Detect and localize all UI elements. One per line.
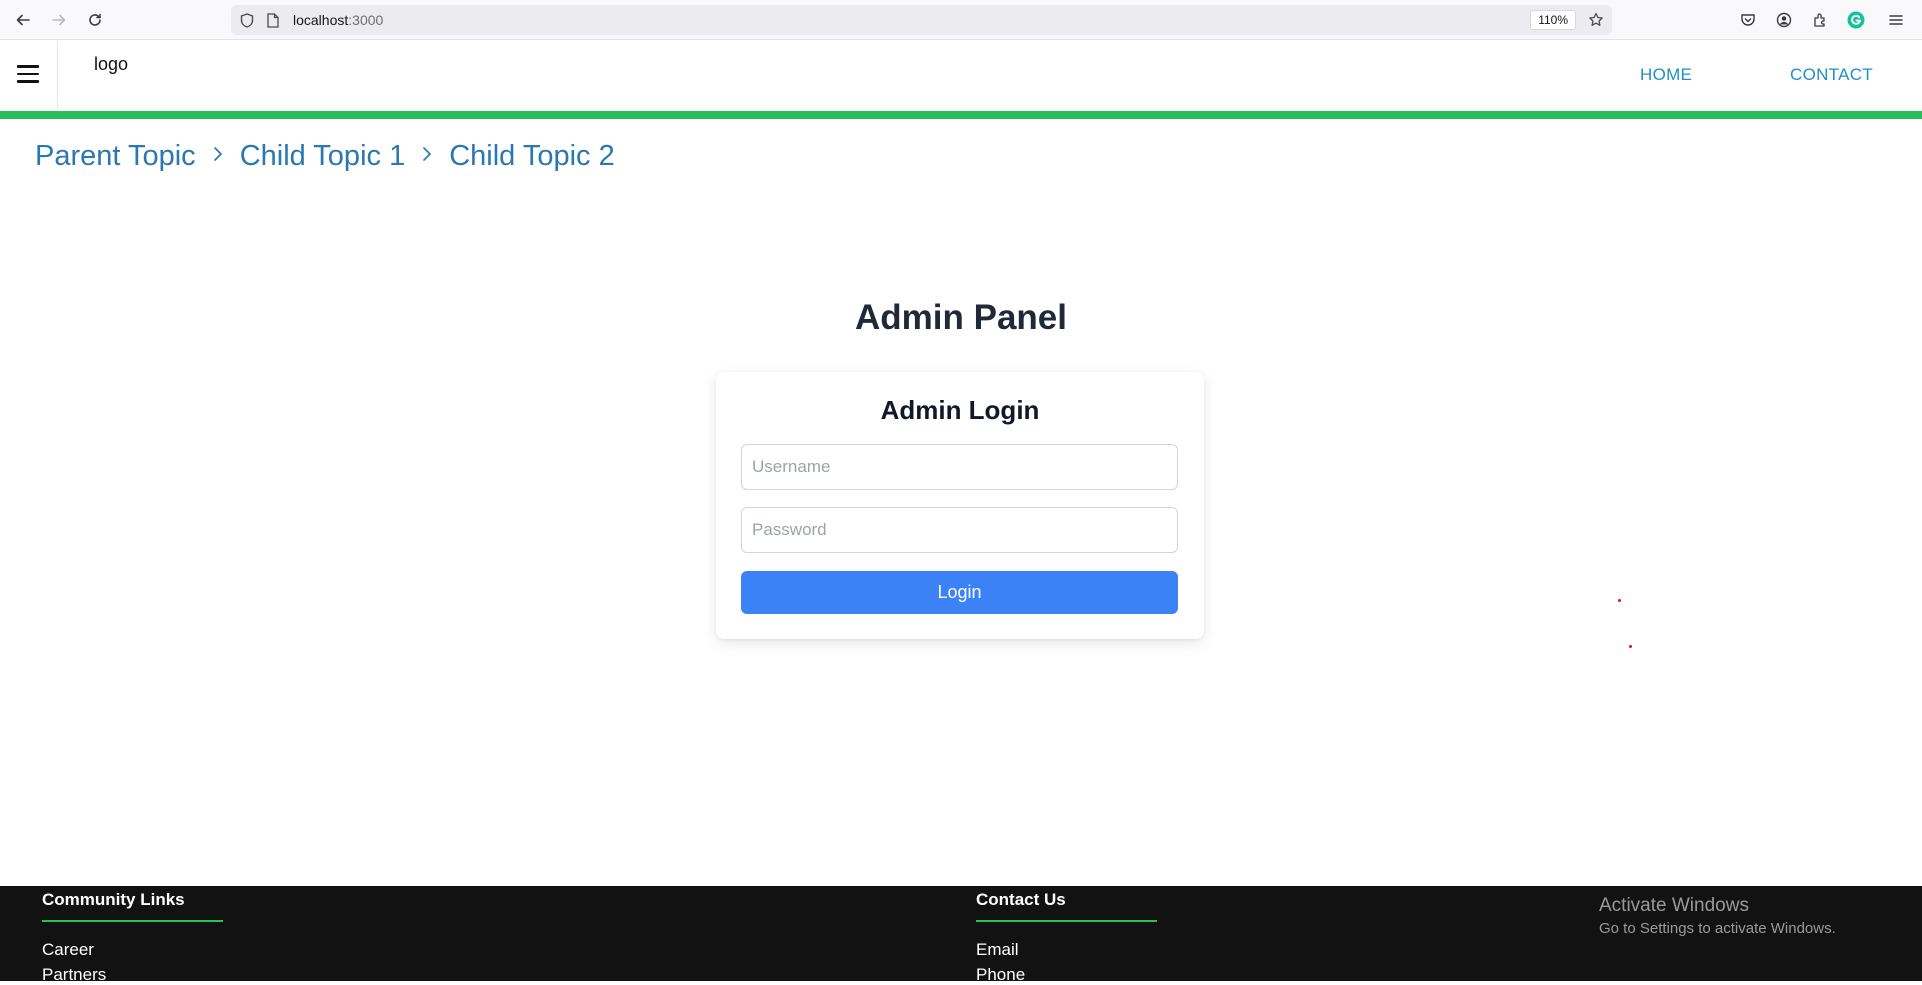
page-title: Admin Panel xyxy=(855,298,1067,337)
shield-icon[interactable] xyxy=(239,12,255,28)
logo[interactable]: logo xyxy=(94,54,128,75)
footer-heading-underline xyxy=(42,920,223,922)
nav-home-link[interactable]: HOME xyxy=(1640,65,1692,85)
reload-button[interactable] xyxy=(82,8,108,32)
chevron-right-icon xyxy=(405,146,449,162)
breadcrumb-child-topic-2[interactable]: Child Topic 2 xyxy=(449,140,615,173)
url-text: localhost:3000 xyxy=(293,12,383,28)
pocket-icon[interactable] xyxy=(1738,10,1758,30)
password-input[interactable] xyxy=(741,507,1178,553)
login-card: Admin Login Login xyxy=(716,372,1204,639)
zoom-indicator[interactable]: 110% xyxy=(1530,10,1576,30)
url-port: :3000 xyxy=(348,12,384,28)
site-header: logo HOME CONTACT xyxy=(0,41,1922,111)
hamburger-menu-icon[interactable] xyxy=(17,65,39,85)
back-arrow-icon xyxy=(16,14,30,26)
header-accent-bar xyxy=(0,111,1922,119)
red-dot-artifact xyxy=(1618,599,1621,602)
red-dot-artifact xyxy=(1629,645,1632,648)
chevron-right-icon xyxy=(196,146,240,162)
username-input[interactable] xyxy=(741,444,1178,490)
watermark-subtitle: Go to Settings to activate Windows. xyxy=(1599,920,1836,937)
bookmark-star-icon[interactable] xyxy=(1588,12,1604,28)
forward-arrow-icon xyxy=(52,14,66,26)
reload-icon xyxy=(89,13,101,26)
breadcrumb-child-topic-1[interactable]: Child Topic 1 xyxy=(240,140,406,173)
extensions-icon[interactable] xyxy=(1810,10,1830,30)
back-button[interactable] xyxy=(10,8,36,32)
watermark-title: Activate Windows xyxy=(1599,895,1749,916)
header-divider xyxy=(57,41,58,109)
grammarly-icon[interactable] xyxy=(1846,10,1866,30)
url-host: localhost xyxy=(293,12,349,28)
footer-heading: Contact Us xyxy=(976,890,1066,909)
footer-heading: Community Links xyxy=(42,890,185,909)
browser-toolbar: localhost:3000 110% xyxy=(0,0,1922,40)
footer-link-phone[interactable]: Phone xyxy=(976,965,1025,985)
login-title: Admin Login xyxy=(880,395,1040,425)
login-button[interactable]: Login xyxy=(741,571,1178,614)
menu-icon[interactable] xyxy=(1886,10,1906,30)
activate-windows-watermark: Activate Windows Go to Settings to activ… xyxy=(1599,895,1836,937)
footer-link-career[interactable]: Career xyxy=(42,940,94,960)
forward-button[interactable] xyxy=(46,8,72,32)
footer-link-email[interactable]: Email xyxy=(976,940,1019,960)
nav-contact-link[interactable]: CONTACT xyxy=(1790,65,1873,85)
footer-heading-underline xyxy=(976,920,1157,922)
breadcrumb: Parent Topic Child Topic 1 Child Topic 2 xyxy=(35,140,615,173)
address-bar[interactable]: localhost:3000 110% xyxy=(231,5,1612,35)
breadcrumb-parent-topic[interactable]: Parent Topic xyxy=(35,140,196,173)
account-icon[interactable] xyxy=(1774,10,1794,30)
footer-link-partners[interactable]: Partners xyxy=(42,965,106,985)
page-icon[interactable] xyxy=(265,12,281,28)
